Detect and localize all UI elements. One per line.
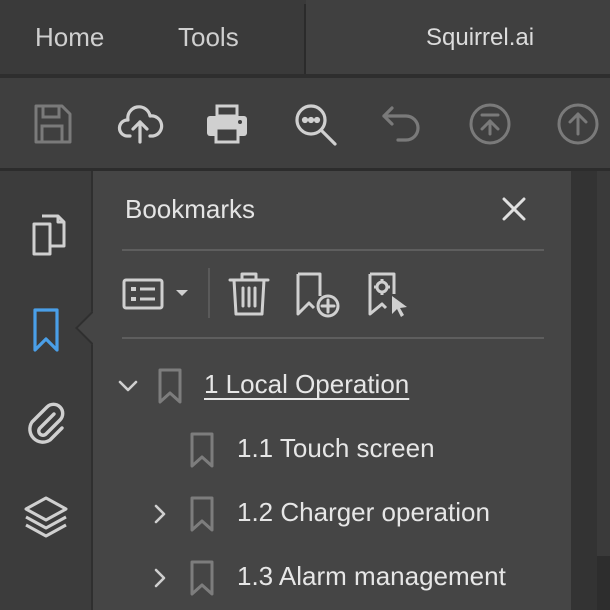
expand-chevron-icon[interactable] <box>148 502 172 526</box>
menu-tools[interactable]: Tools <box>178 22 239 53</box>
bookmark-item-label[interactable]: 1.2 Charger operation <box>237 497 490 528</box>
expand-chevron-icon[interactable] <box>148 566 172 590</box>
menu-home[interactable]: Home <box>35 22 104 53</box>
bookmark-item-label[interactable]: 1.1 Touch screen <box>237 433 435 464</box>
page-up-icon[interactable] <box>554 100 602 148</box>
find-bookmark-icon[interactable] <box>362 268 414 320</box>
pages-icon[interactable] <box>22 208 74 260</box>
save-icon[interactable] <box>28 100 76 148</box>
zoom-search-icon[interactable] <box>291 100 339 148</box>
print-icon[interactable] <box>203 100 251 148</box>
panel-title: Bookmarks <box>125 194 256 224</box>
collapse-chevron-icon[interactable] <box>116 374 140 398</box>
delete-icon[interactable] <box>226 268 272 320</box>
panel-divider <box>122 337 544 339</box>
bookmark-item-label[interactable]: 1 Local Operation <box>204 369 409 400</box>
close-icon[interactable] <box>498 193 530 225</box>
panel-divider <box>122 249 544 251</box>
options-menu-icon[interactable] <box>122 268 194 320</box>
document-area-shadow <box>597 556 610 610</box>
document-tab-title[interactable]: Squirrel.ai <box>426 24 534 52</box>
panel-scrollbar[interactable] <box>571 171 597 610</box>
bookmark-icon <box>188 558 216 598</box>
undo-icon[interactable] <box>378 100 426 148</box>
menu-divider <box>304 4 306 74</box>
bookmark-icon <box>156 366 184 406</box>
toolbar-divider <box>208 268 210 318</box>
menu-bar: Home Tools Squirrel.ai <box>0 0 610 74</box>
add-bookmark-icon[interactable] <box>292 268 344 320</box>
document-area-edge <box>597 171 610 610</box>
bookmark-icon[interactable] <box>20 304 72 356</box>
layers-icon[interactable] <box>20 490 72 542</box>
scroll-top-icon[interactable] <box>466 100 514 148</box>
bookmark-icon <box>188 494 216 534</box>
bookmark-item-label[interactable]: 1.3 Alarm management <box>237 561 506 592</box>
attachment-icon[interactable] <box>20 396 72 448</box>
bookmark-icon <box>188 430 216 470</box>
upload-cloud-icon[interactable] <box>116 100 164 148</box>
